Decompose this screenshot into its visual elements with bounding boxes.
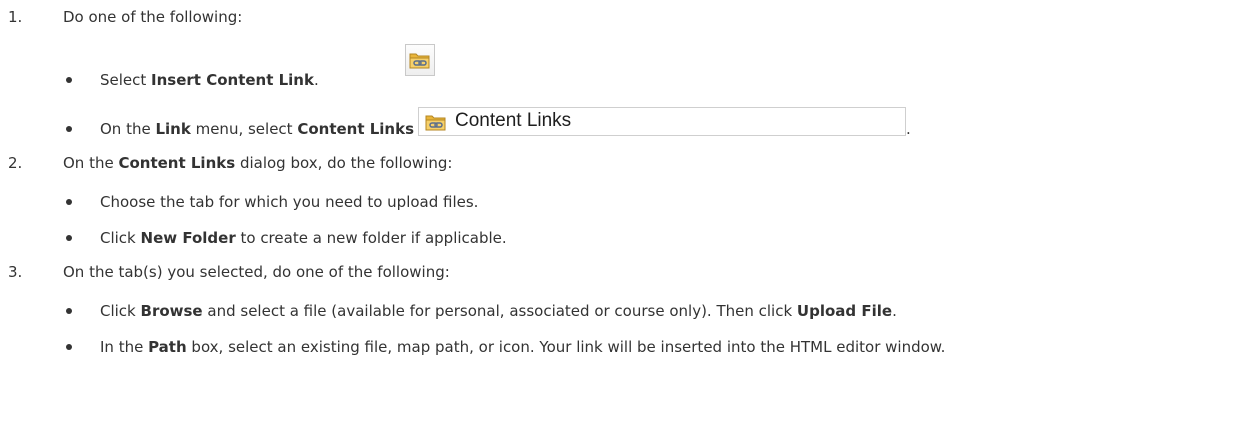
menu-item-label: Content Links — [455, 110, 572, 131]
step-item: On the Link menu, select Content Links — [100, 120, 415, 138]
bullet-icon — [66, 344, 72, 350]
content-links-menu-item[interactable]: Content Links — [418, 107, 906, 136]
step-number: 3. — [8, 263, 23, 281]
step-text: Do one of the following: — [63, 8, 243, 26]
step-text: On the tab(s) you selected, do one of th… — [63, 263, 450, 281]
bullet-icon — [66, 126, 72, 132]
step-item: Click Browse and select a file (availabl… — [100, 302, 897, 320]
step-item: Choose the tab for which you need to upl… — [100, 193, 479, 211]
step-number: 1. — [8, 8, 23, 26]
insert-content-link-button[interactable] — [405, 44, 435, 76]
bullet-icon — [66, 199, 72, 205]
step-number: 2. — [8, 154, 23, 172]
step-item: In the Path box, select an existing file… — [100, 338, 946, 356]
content-link-icon — [409, 53, 430, 69]
step-text: On the Content Links dialog box, do the … — [63, 154, 453, 172]
bullet-icon — [66, 235, 72, 241]
sentence-period: . — [906, 120, 911, 138]
bullet-icon — [66, 77, 72, 83]
step-item: Click New Folder to create a new folder … — [100, 229, 507, 247]
bullet-icon — [66, 308, 72, 314]
content-link-icon — [425, 115, 446, 131]
step-item: Select Insert Content Link. — [100, 71, 319, 89]
